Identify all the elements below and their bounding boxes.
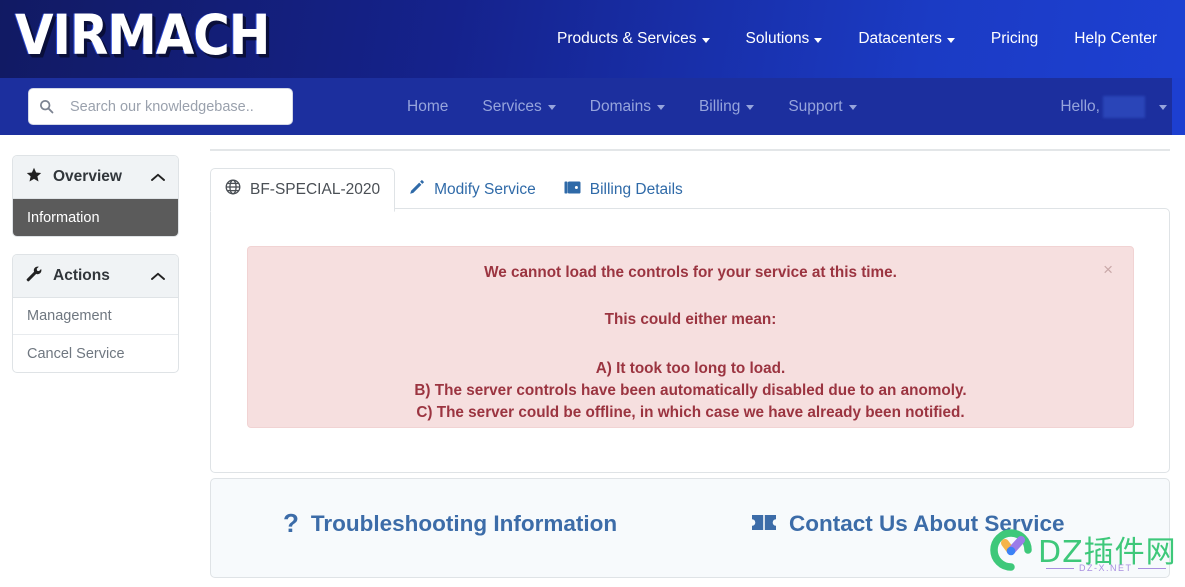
subnav-home-label: Home [407, 97, 449, 115]
subnav-services-label: Services [482, 97, 542, 115]
nav-help-center[interactable]: Help Center [1056, 30, 1175, 48]
account-greeting: Hello, [1060, 97, 1100, 115]
primary-nav: Products & Services Solutions Datacenter… [539, 0, 1175, 78]
alert-line-2: This could either mean: [604, 310, 777, 328]
nav-pricing[interactable]: Pricing [973, 30, 1056, 48]
subnav-item-home[interactable]: Home [390, 98, 465, 116]
sidebar-item-information-label: Information [27, 209, 100, 226]
wallet-icon [564, 180, 581, 200]
tab-modify-service[interactable]: Modify Service [395, 169, 550, 211]
subnav-support-label: Support [788, 97, 843, 115]
top-header: VIRMACH Products & Services Solutions Da… [0, 0, 1185, 78]
knowledgebase-search[interactable] [28, 88, 293, 125]
troubleshooting-information-label: Troubleshooting Information [310, 511, 618, 536]
sidebar-panel-actions-title: Actions [53, 267, 110, 284]
service-content-card: × We cannot load the controls for your s… [210, 208, 1170, 473]
sidebar-panel-overview: Overview Information [12, 155, 179, 237]
service-tabs: BF-SPECIAL-2020 Modify Service Billing D… [210, 168, 697, 212]
secondary-nav: Home Services Domains Billing Support [390, 78, 874, 135]
star-icon [26, 167, 42, 188]
search-icon [39, 99, 54, 114]
chevron-down-icon [946, 37, 955, 43]
question-mark-icon: ? [283, 508, 299, 538]
search-input[interactable] [68, 97, 282, 116]
troubleshooting-information-link[interactable]: ? Troubleshooting Information [283, 508, 618, 538]
contact-us-about-service-link[interactable]: Contact Us About Service [751, 511, 1064, 537]
chevron-down-icon [814, 37, 823, 43]
chevron-down-icon [1159, 105, 1167, 110]
chevron-down-icon [848, 105, 857, 110]
nav-solutions[interactable]: Solutions [728, 30, 841, 48]
alert-line-4: B) The server controls have been automat… [414, 381, 967, 399]
chevron-down-icon [701, 37, 710, 43]
ticket-icon [751, 511, 777, 537]
alert-spacer [248, 282, 1133, 312]
alert-line-1: We cannot load the controls for your ser… [484, 264, 897, 281]
subnav-item-billing[interactable]: Billing [682, 98, 771, 116]
tab-modify-service-label: Modify Service [434, 180, 536, 198]
chevron-up-icon [151, 173, 165, 182]
wrench-icon [26, 266, 42, 287]
sidebar-panel-actions-header[interactable]: Actions [13, 255, 178, 298]
chevron-up-icon [151, 272, 165, 281]
tab-bf-special-2020-label: BF-SPECIAL-2020 [250, 180, 381, 198]
tab-billing-details-label: Billing Details [589, 181, 683, 198]
nav-solutions-label: Solutions [745, 30, 810, 47]
alert-line-3: A) It took too long to load. [595, 359, 786, 377]
sidebar-item-cancel-service-label: Cancel Service [27, 345, 125, 362]
nav-pricing-label: Pricing [990, 30, 1039, 47]
sidebar-item-management-label: Management [27, 308, 112, 324]
nav-products-services[interactable]: Products & Services [539, 30, 728, 48]
tab-bf-special-2020[interactable]: BF-SPECIAL-2020 [210, 168, 396, 212]
alert-close-button[interactable]: × [1097, 260, 1119, 279]
sidebar-item-management[interactable]: Management [13, 298, 178, 335]
sidebar-panel-overview-title: Overview [53, 168, 122, 185]
service-error-alert: × We cannot load the controls for your s… [247, 246, 1134, 428]
sidebar-item-cancel-service[interactable]: Cancel Service [13, 335, 178, 372]
pencil-icon [409, 179, 425, 200]
content-divider [210, 149, 1170, 151]
globe-icon [225, 179, 241, 200]
chevron-down-icon [656, 105, 665, 110]
nav-help-center-label: Help Center [1074, 30, 1157, 47]
sidebar-item-information[interactable]: Information [13, 199, 178, 236]
account-menu[interactable]: Hello, [1060, 78, 1167, 135]
nav-datacenters[interactable]: Datacenters [840, 30, 973, 48]
subnav-domains-label: Domains [589, 97, 651, 115]
chevron-down-icon [746, 105, 755, 110]
alert-line-5: C) The server could be offline, in which… [416, 403, 965, 421]
subnav-item-services[interactable]: Services [465, 98, 572, 116]
account-username-redacted [1103, 95, 1145, 118]
virmach-logo[interactable]: VIRMACH [15, 8, 270, 63]
chevron-down-icon [547, 105, 556, 110]
nav-products-services-label: Products & Services [556, 30, 697, 47]
subnav-item-support[interactable]: Support [771, 98, 873, 116]
subnav-item-domains[interactable]: Domains [573, 98, 682, 116]
subnav-billing-label: Billing [698, 97, 741, 115]
alert-spacer [248, 329, 1133, 358]
alert-message: We cannot load the controls for your ser… [248, 247, 1133, 424]
contact-us-about-service-label: Contact Us About Service [789, 511, 1065, 536]
sidebar-panel-overview-header[interactable]: Overview [13, 156, 178, 199]
sidebar-panel-actions: Actions Management Cancel Service [12, 254, 179, 373]
service-footer-card: ? Troubleshooting Information Contact Us… [210, 478, 1170, 578]
nav-datacenters-label: Datacenters [858, 30, 942, 47]
tab-billing-details[interactable]: Billing Details [550, 170, 697, 211]
